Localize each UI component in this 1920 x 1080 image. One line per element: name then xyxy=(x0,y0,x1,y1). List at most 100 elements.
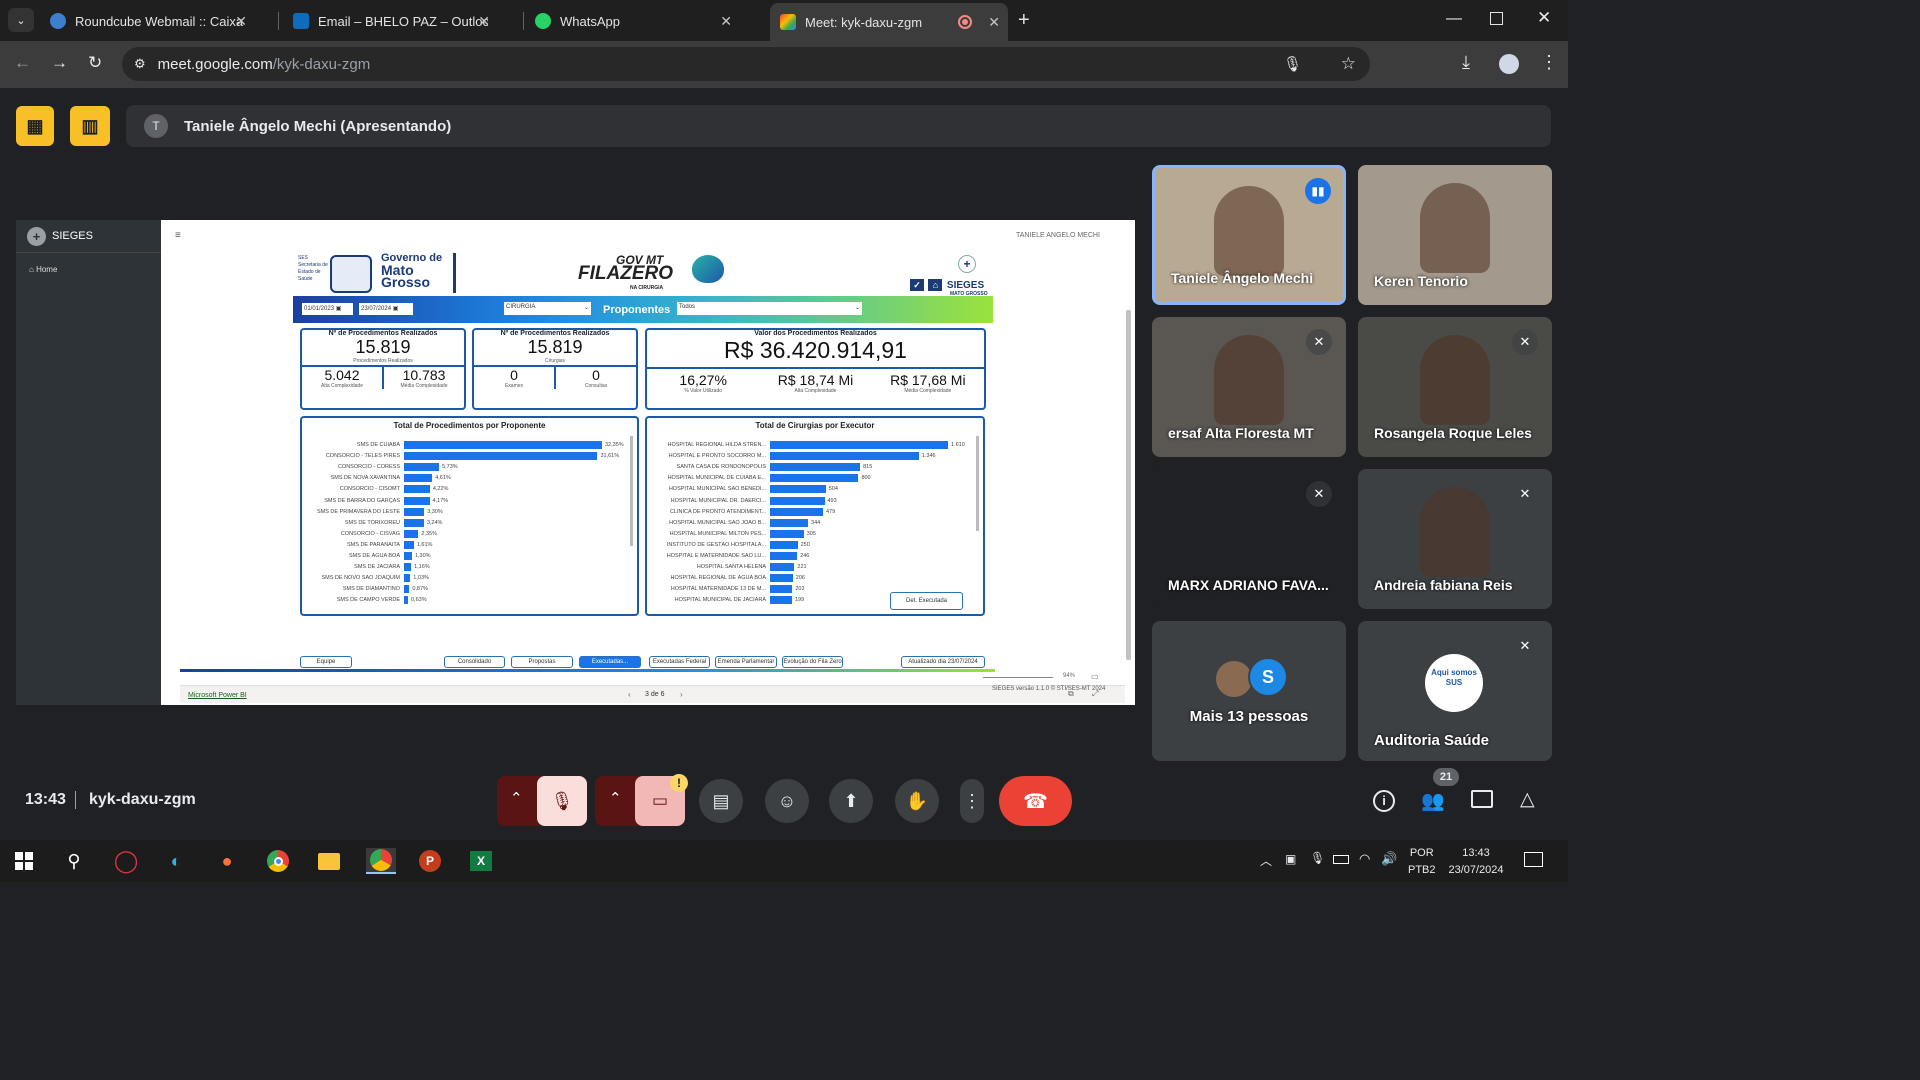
chart-scrollbar[interactable] xyxy=(976,436,979,531)
proponentes-select[interactable]: Todos ⌄ xyxy=(677,302,862,315)
battery-icon[interactable] xyxy=(1333,855,1349,864)
participant-tile[interactable]: ✕ ersaf Alta Floresta MT xyxy=(1152,317,1346,457)
date-from-input[interactable]: 01/01/2023 ▣ xyxy=(302,303,353,315)
bar[interactable] xyxy=(770,529,804,538)
bar[interactable] xyxy=(770,485,826,494)
scrollbar[interactable] xyxy=(1126,310,1131,660)
bar[interactable] xyxy=(404,529,419,538)
layout-button[interactable]: ▥ xyxy=(70,106,110,146)
participant-tile[interactable]: ▮▮ Taniele Ângelo Mechi xyxy=(1152,165,1346,305)
people-icon[interactable]: 👥 xyxy=(1421,789,1445,813)
close-window-icon[interactable]: ✕ xyxy=(1537,8,1551,28)
captions-button[interactable]: ▤ xyxy=(699,779,743,823)
report-page-button[interactable]: Emenda Parlamentar xyxy=(715,656,777,668)
tab-outlook[interactable]: Email – BHELO PAZ – Outlook ✕ xyxy=(283,6,498,36)
reactions-button[interactable]: ☺ xyxy=(765,779,809,823)
leave-call-button[interactable]: ☎ xyxy=(999,776,1072,826)
bar[interactable] xyxy=(770,518,809,527)
chrome-icon[interactable] xyxy=(264,848,292,874)
reload-icon[interactable]: ↻ xyxy=(88,53,102,73)
bar[interactable] xyxy=(770,496,825,505)
bar[interactable] xyxy=(770,585,793,594)
notifications-icon[interactable] xyxy=(1524,852,1543,867)
report-page-button[interactable]: Equipe xyxy=(300,656,352,668)
hamburger-icon[interactable]: ≡ xyxy=(175,230,181,241)
raise-hand-button[interactable]: ✋ xyxy=(895,779,939,823)
bar[interactable] xyxy=(404,574,411,583)
mic-tray-icon[interactable]: 🎙 xyxy=(1310,851,1325,865)
language-indicator[interactable]: POR PTB2 xyxy=(1408,845,1436,879)
bar[interactable] xyxy=(404,496,430,505)
more-options-button[interactable]: ⋮ xyxy=(960,779,984,823)
powerpoint-icon[interactable]: P xyxy=(416,848,444,874)
opera-icon[interactable]: ◯ xyxy=(112,848,140,874)
camera-options-button[interactable]: ⌃ xyxy=(609,789,622,807)
site-info-icon[interactable]: ⚙ xyxy=(134,56,146,72)
report-page-button[interactable]: Atualizado dia 23/07/2024 xyxy=(901,656,985,668)
browser-menu-icon[interactable]: ⋮ xyxy=(1540,52,1558,73)
minimize-icon[interactable]: — xyxy=(1446,10,1462,28)
bar[interactable] xyxy=(770,441,948,449)
profile-avatar[interactable] xyxy=(1499,54,1519,74)
clock[interactable]: 13:43 23/07/2024 xyxy=(1441,845,1511,879)
bar[interactable] xyxy=(404,474,433,483)
bar[interactable] xyxy=(404,507,425,516)
prev-page-icon[interactable]: ‹ xyxy=(628,690,631,699)
bar[interactable] xyxy=(404,463,440,472)
bar[interactable] xyxy=(404,485,430,494)
participant-tile[interactable]: ✕ Rosangela Roque Leles xyxy=(1358,317,1552,457)
search-icon[interactable]: ⚲ xyxy=(60,848,88,874)
tab-roundcube[interactable]: Roundcube Webmail :: Caixa de ✕ xyxy=(40,6,255,36)
sidebar-item-home[interactable]: ⌂ Home xyxy=(29,265,161,274)
date-to-input[interactable]: 23/07/2024 ▣ xyxy=(359,303,413,315)
report-page-button[interactable]: Propostas xyxy=(511,656,573,668)
close-tab-icon[interactable]: ✕ xyxy=(988,14,1000,31)
type-select[interactable]: CIRURGIA ⌄ xyxy=(504,302,591,315)
file-explorer-icon[interactable] xyxy=(315,848,343,874)
powerbi-link[interactable]: Microsoft Power BI xyxy=(188,692,247,699)
bookmark-star-icon[interactable]: ☆ xyxy=(1341,54,1356,74)
bar[interactable] xyxy=(404,552,412,560)
tab-whatsapp[interactable]: WhatsApp ✕ xyxy=(525,6,740,36)
bar[interactable] xyxy=(404,452,598,461)
meet-tray-icon[interactable]: ▣ xyxy=(1285,852,1296,866)
bar[interactable] xyxy=(404,563,412,572)
bar[interactable] xyxy=(404,585,410,594)
participant-tile[interactable]: ✕ Aqui somos SUS Auditoria Saúde xyxy=(1358,621,1552,761)
bar[interactable] xyxy=(404,518,424,527)
bar[interactable] xyxy=(770,463,861,472)
close-tab-icon[interactable]: ✕ xyxy=(478,13,490,30)
mic-toggle-button[interactable]: 🎙 xyxy=(537,776,587,826)
hide-presentation-button[interactable]: ▦ xyxy=(16,106,54,146)
present-button[interactable]: ⬆ xyxy=(829,779,873,823)
report-page-button[interactable]: Executadas... xyxy=(579,656,641,668)
meeting-info-icon[interactable]: i xyxy=(1373,790,1395,812)
report-page-button[interactable]: Executadas Federal xyxy=(649,656,710,668)
participant-tile[interactable]: ✕ Andreia fabiana Reis xyxy=(1358,469,1552,609)
bar[interactable] xyxy=(404,441,602,449)
participant-tile[interactable]: S Mais 13 pessoas xyxy=(1152,621,1346,761)
new-tab-button[interactable]: + xyxy=(1018,9,1030,32)
bar[interactable] xyxy=(770,596,792,605)
zoom-slider[interactable] xyxy=(983,677,1053,678)
wifi-icon[interactable]: ◠ xyxy=(1359,851,1370,867)
windows-start-icon[interactable] xyxy=(10,848,38,874)
tab-search-button[interactable]: ⌄ xyxy=(8,8,34,32)
volume-icon[interactable]: 🔊 xyxy=(1381,851,1397,867)
bar[interactable] xyxy=(770,540,798,549)
forward-icon[interactable]: → xyxy=(51,53,68,73)
report-page-button[interactable]: Consolidado xyxy=(444,656,505,668)
bar[interactable] xyxy=(770,507,823,516)
back-icon[interactable]: ← xyxy=(14,53,31,73)
bar[interactable] xyxy=(770,474,859,483)
bar[interactable] xyxy=(770,452,919,461)
tray-chevron-icon[interactable]: ︿ xyxy=(1260,852,1272,869)
microphone-icon[interactable]: 🎙 xyxy=(1283,55,1302,73)
chart-scrollbar[interactable] xyxy=(630,436,633,546)
bar[interactable] xyxy=(404,596,408,605)
report-page-button[interactable]: Evolução do Fila Zero xyxy=(782,656,843,668)
participant-tile[interactable]: ✕ MARX ADRIANO FAVA... xyxy=(1152,469,1346,609)
address-bar[interactable]: ⚙ meet.google.com/kyk-daxu-zgm 🎙 ☆ xyxy=(122,47,1370,81)
next-page-icon[interactable]: › xyxy=(680,690,683,699)
bar[interactable] xyxy=(770,552,798,560)
